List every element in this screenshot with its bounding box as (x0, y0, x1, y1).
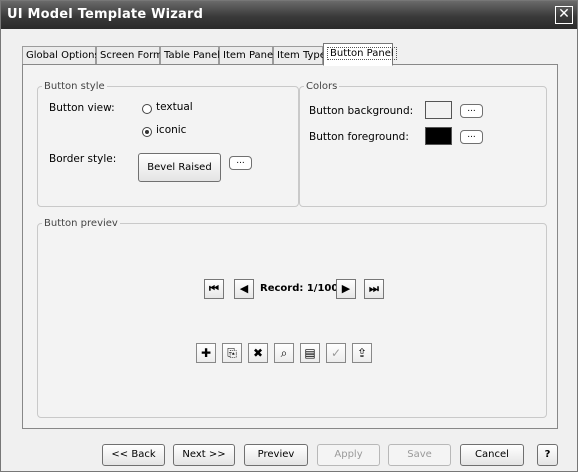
help-icon[interactable]: ? (537, 444, 558, 466)
window-title: UI Model Template Wizard (7, 7, 204, 22)
tab-table-panel[interactable]: Table Panel (160, 46, 220, 64)
save-button[interactable]: Save (388, 444, 451, 466)
button-view-label: Button view: (49, 102, 115, 114)
apply-button[interactable]: Apply (317, 444, 380, 466)
radio-iconic[interactable] (142, 127, 152, 137)
border-style-label: Border style: (49, 153, 117, 165)
button-style-legend: Button style (44, 81, 105, 92)
colors-group: Colors Button background: ... Button for… (299, 81, 547, 207)
previous-record-icon[interactable]: ◀ (234, 279, 254, 299)
last-record-icon[interactable]: ⏭ (364, 279, 384, 299)
tab-button-panel[interactable]: Button Panel (323, 43, 397, 66)
radio-textual-label[interactable]: textual (156, 101, 193, 113)
border-style-ellipsis-button[interactable]: ... (229, 156, 252, 170)
colors-legend: Colors (306, 81, 338, 92)
button-background-label: Button background: (309, 105, 414, 117)
tab-global-options[interactable]: Global Options (22, 46, 100, 64)
search-icon[interactable]: ⌕ (274, 343, 294, 363)
foreground-swatch[interactable] (425, 127, 452, 145)
tab-screen-form[interactable]: Screen Form (96, 46, 163, 64)
copy-icon[interactable]: ⎘ (222, 343, 242, 363)
radio-iconic-label[interactable]: iconic (156, 124, 186, 136)
preview-button[interactable]: Previev (244, 444, 308, 466)
back-button[interactable]: << Back (102, 444, 165, 466)
border-style-button[interactable]: Bevel Raised (138, 153, 221, 182)
radio-textual[interactable] (142, 104, 152, 114)
button-preview-legend: Button previev (44, 218, 118, 229)
tab-item-panel[interactable]: Item Panel (219, 46, 276, 64)
add-icon[interactable]: ✚ (196, 343, 216, 363)
close-icon[interactable]: ✕ (555, 6, 573, 24)
record-counter: Record: 1/100 (260, 283, 339, 294)
background-ellipsis-button[interactable]: ... (460, 104, 483, 118)
button-foreground-label: Button foreground: (309, 131, 409, 143)
document-icon[interactable]: ▤ (300, 343, 320, 363)
delete-icon[interactable]: ✖ (248, 343, 268, 363)
title-bar[interactable]: UI Model Template Wizard ✕ (1, 1, 577, 29)
button-preview-group: Button previev ⏮ ◀ Record: 1/100 ▶ ⏭ ✚ ⎘… (37, 218, 547, 418)
tab-button-panel-label: Button Panel (327, 47, 397, 60)
next-record-icon[interactable]: ▶ (336, 279, 356, 299)
cancel-button[interactable]: Cancel (460, 444, 524, 466)
next-button[interactable]: Next >> (173, 444, 235, 466)
export-icon[interactable]: ⇪ (352, 343, 372, 363)
wizard-window: UI Model Template Wizard ✕ Global Option… (0, 0, 578, 472)
foreground-ellipsis-button[interactable]: ... (460, 130, 483, 144)
background-swatch[interactable] (425, 101, 452, 119)
tab-item-type[interactable]: Item Type (273, 46, 326, 64)
check-icon[interactable]: ✓ (326, 343, 346, 363)
button-panel: Button style Button view: textual iconic… (22, 64, 558, 429)
button-style-group: Button style Button view: textual iconic… (37, 81, 299, 207)
first-record-icon[interactable]: ⏮ (204, 279, 224, 299)
